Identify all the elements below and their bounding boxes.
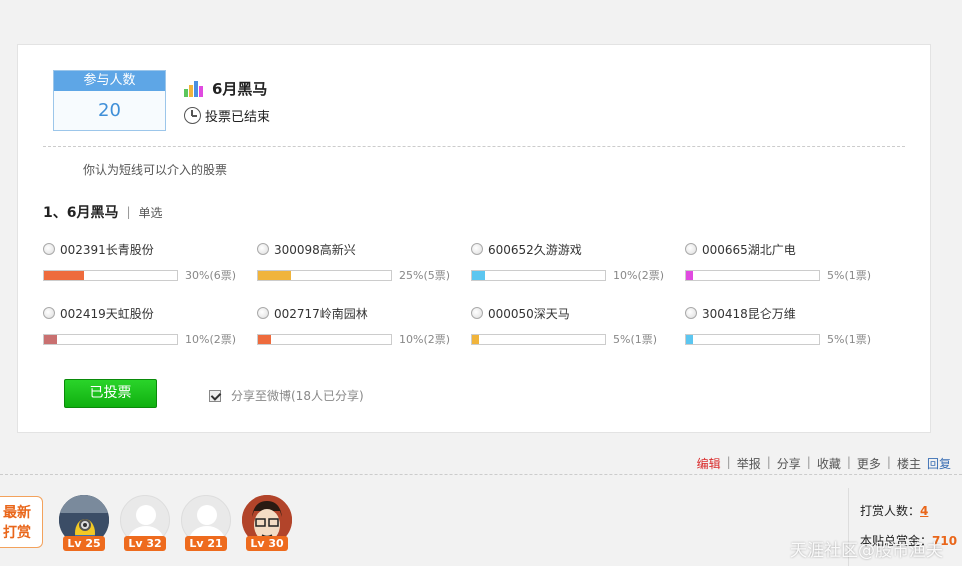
- poll-option[interactable]: 002391长青股份 30%(6票): [43, 241, 257, 291]
- report-link[interactable]: 举报: [734, 455, 764, 472]
- result-bar-fill: [686, 270, 693, 280]
- divider: [43, 146, 905, 147]
- option-label: 002419天虹股份: [60, 306, 154, 321]
- poll-option[interactable]: 300098高新兴 25%(5票): [257, 241, 471, 291]
- radio-button[interactable]: [685, 307, 697, 319]
- reward-count-value[interactable]: 4: [920, 504, 928, 518]
- result-bar-fill: [44, 270, 84, 280]
- post-actions: 编辑 | 举报 | 分享 | 收藏 | 更多 | 楼主 回复: [694, 455, 954, 472]
- result-text: 30%(6票): [185, 269, 237, 282]
- voted-button[interactable]: 已投票: [64, 379, 157, 408]
- level-badge: Lv 25: [63, 536, 105, 551]
- result-bar: [43, 269, 178, 281]
- poll-option[interactable]: 000050深天马 5%(1票): [471, 305, 685, 355]
- participants-label: 参与人数: [54, 71, 165, 91]
- reward-count-label: 打赏人数：: [860, 504, 921, 518]
- share-checkbox[interactable]: [209, 389, 221, 402]
- latest-reward-tag: 最新 打赏: [0, 496, 43, 548]
- poll-title: 6月黑马: [212, 80, 268, 98]
- poll-card: 参与人数 20 6月黑马 投票已结束 你认为短线可以介入的股票 1、6月黑马 |…: [17, 44, 931, 433]
- reward-count: 打赏人数：4: [860, 502, 957, 519]
- result-bar-fill: [472, 334, 479, 344]
- poll-option[interactable]: 000665湖北广电 5%(1票): [685, 241, 899, 291]
- result-bar-fill: [258, 270, 292, 280]
- radio-button[interactable]: [43, 243, 55, 255]
- result-text: 25%(5票): [399, 269, 451, 282]
- radio-button[interactable]: [257, 243, 269, 255]
- radio-button[interactable]: [43, 307, 55, 319]
- share-link[interactable]: 分享: [774, 455, 804, 472]
- reward-tag-line1: 最新: [3, 505, 31, 521]
- option-label: 002391长青股份: [60, 242, 154, 257]
- reward-tag-line2: 打赏: [3, 525, 31, 541]
- level-badge: Lv 21: [185, 536, 227, 551]
- option-label: 002717岭南园林: [274, 306, 368, 321]
- separator: |: [846, 455, 851, 469]
- radio-button[interactable]: [471, 307, 483, 319]
- result-text: 10%(2票): [185, 333, 237, 346]
- result-text: 10%(2票): [399, 333, 451, 346]
- poll-option[interactable]: 002717岭南园林 10%(2票): [257, 305, 471, 355]
- result-text: 5%(1票): [827, 333, 872, 346]
- edit-link[interactable]: 编辑: [694, 455, 724, 472]
- result-bar: [257, 333, 392, 345]
- separator: |: [886, 455, 891, 469]
- result-bar: [685, 269, 820, 281]
- question-header: 1、6月黑马 | 单选: [43, 202, 163, 222]
- section-divider: [0, 474, 962, 475]
- separator: |: [766, 455, 771, 469]
- option-label: 000665湖北广电: [702, 242, 796, 257]
- result-bar: [43, 333, 178, 345]
- result-bar-fill: [472, 270, 486, 280]
- result-bar: [685, 333, 820, 345]
- poll-title-row: 6月黑马: [184, 78, 267, 99]
- radio-button[interactable]: [471, 243, 483, 255]
- share-weibo-option[interactable]: 分享至微博(18人已分享): [209, 387, 364, 404]
- floor-owner-link[interactable]: 楼主: [894, 455, 924, 472]
- poll-option[interactable]: 300418昆仑万维 5%(1票): [685, 305, 899, 355]
- watermark: 天涯社区@股市渔夫: [790, 541, 943, 561]
- result-text: 5%(1票): [827, 269, 872, 282]
- level-badge: Lv 30: [246, 536, 288, 551]
- more-link[interactable]: 更多: [854, 455, 884, 472]
- option-label: 300098高新兴: [274, 242, 356, 257]
- clock-icon: [184, 107, 201, 124]
- question-description: 你认为短线可以介入的股票: [83, 163, 228, 177]
- separator: |: [806, 455, 811, 469]
- poll-status: 投票已结束: [205, 110, 271, 125]
- share-label: 分享至微博(18人已分享): [231, 389, 364, 403]
- result-bar-fill: [44, 334, 58, 344]
- result-bar: [471, 333, 606, 345]
- participants-count: 20: [98, 100, 121, 121]
- poll-option[interactable]: 002419天虹股份 10%(2票): [43, 305, 257, 355]
- reply-link[interactable]: 回复: [924, 455, 954, 472]
- option-label: 600652久游游戏: [488, 242, 582, 257]
- bar-chart-icon: [184, 80, 203, 97]
- question-type: 单选: [138, 205, 163, 220]
- result-text: 5%(1票): [613, 333, 658, 346]
- result-bar-fill: [258, 334, 272, 344]
- participants-box: 参与人数 20: [53, 70, 166, 131]
- poll-option[interactable]: 600652久游游戏 10%(2票): [471, 241, 685, 291]
- result-bar: [257, 269, 392, 281]
- radio-button[interactable]: [257, 307, 269, 319]
- level-badge: Lv 32: [124, 536, 166, 551]
- separator: |: [126, 205, 131, 219]
- favorite-link[interactable]: 收藏: [814, 455, 844, 472]
- result-bar-fill: [686, 334, 693, 344]
- separator: |: [726, 455, 731, 469]
- result-text: 10%(2票): [613, 269, 665, 282]
- option-label: 000050深天马: [488, 306, 570, 321]
- radio-button[interactable]: [685, 243, 697, 255]
- result-bar: [471, 269, 606, 281]
- option-label: 300418昆仑万维: [702, 306, 796, 321]
- question-title: 1、6月黑马: [43, 205, 119, 221]
- poll-status-row: 投票已结束: [184, 106, 270, 125]
